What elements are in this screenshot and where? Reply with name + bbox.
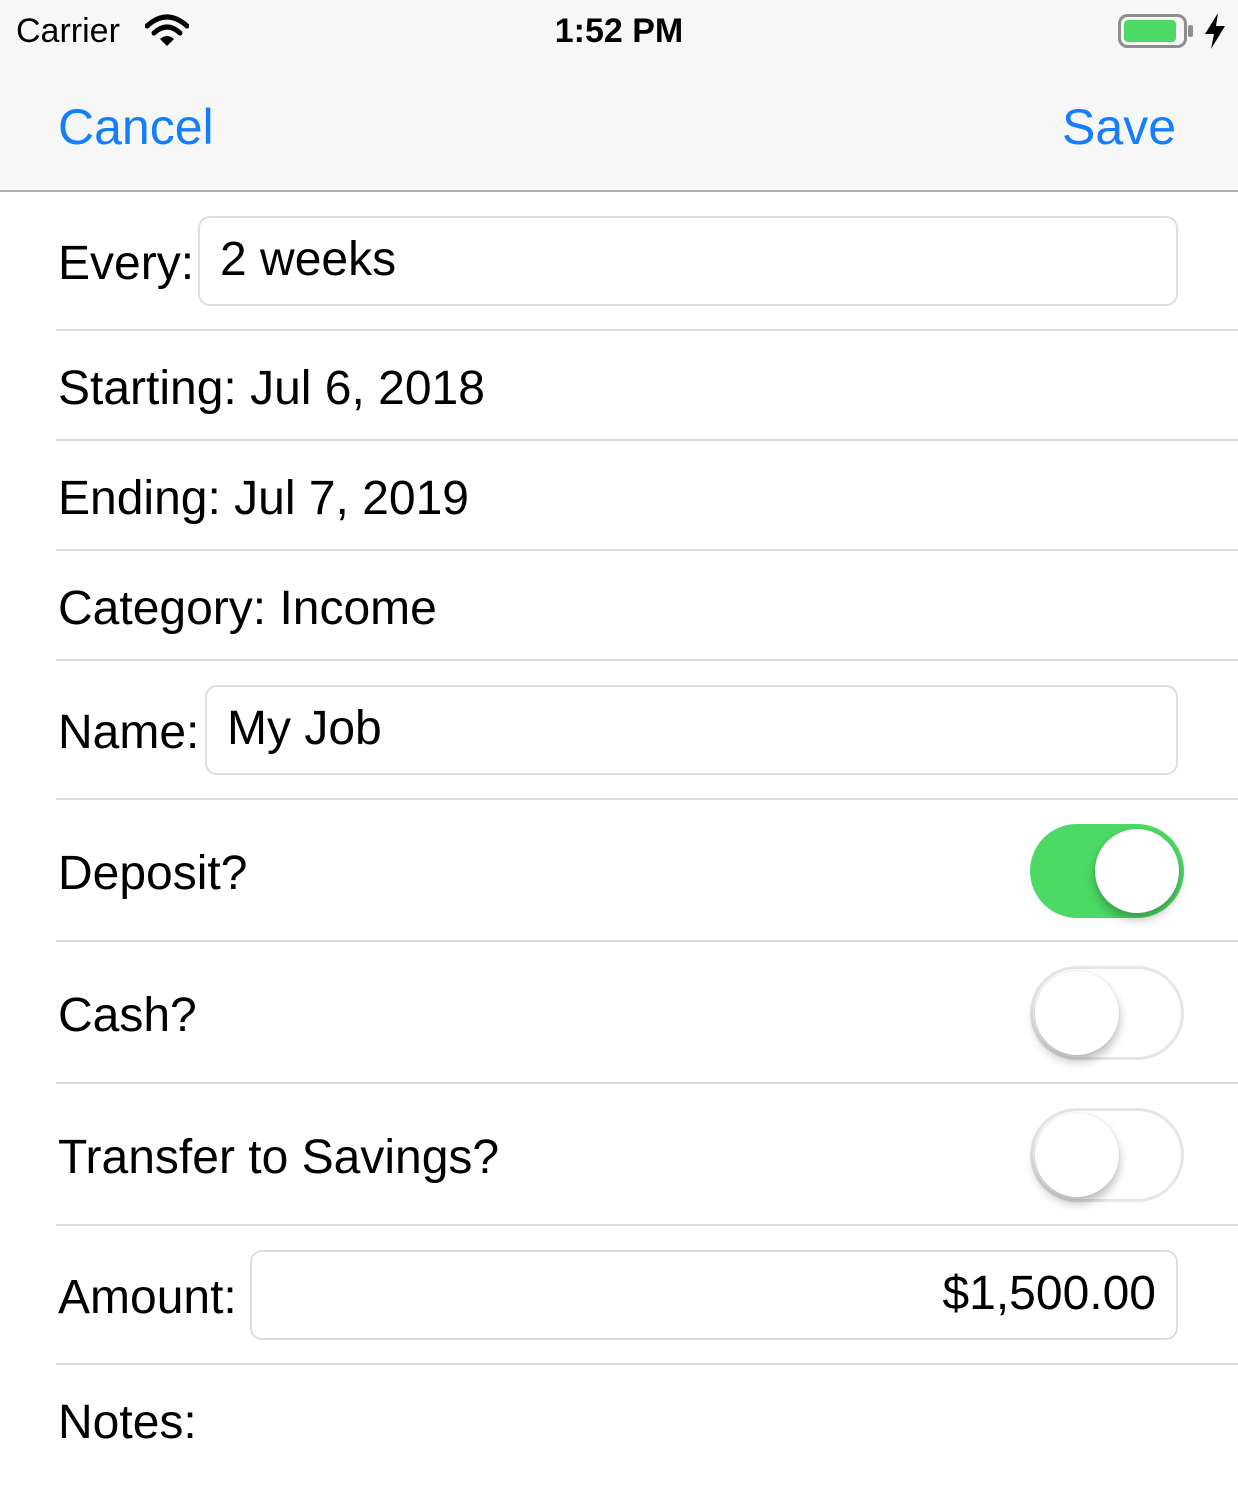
name-input[interactable]: My Job <box>205 685 1178 775</box>
navigation-bar: Cancel Save <box>0 70 1238 192</box>
category-row[interactable]: Category: Income <box>56 551 1238 661</box>
every-input[interactable]: 2 weeks <box>198 216 1178 306</box>
ending-date-label: Ending: Jul 7, 2019 <box>58 472 469 525</box>
status-bar: Carrier 1:52 PM <box>0 0 1238 70</box>
toggle-knob <box>1095 829 1179 913</box>
notes-label: Notes: <box>58 1396 197 1449</box>
starting-date-label: Starting: Jul 6, 2018 <box>58 362 485 415</box>
battery-icon <box>1118 14 1193 48</box>
name-label: Name: <box>58 706 200 759</box>
amount-label: Amount: <box>58 1271 237 1324</box>
transfer-toggle[interactable] <box>1030 1108 1184 1202</box>
notes-row: Notes: <box>56 1365 1238 1512</box>
toggle-knob <box>1035 971 1119 1055</box>
name-row: Name: My Job <box>56 661 1238 800</box>
toggle-knob <box>1035 1113 1119 1197</box>
status-time: 1:52 PM <box>554 12 684 50</box>
deposit-label: Deposit? <box>58 847 248 900</box>
amount-input[interactable]: $1,500.00 <box>250 1250 1178 1340</box>
save-button[interactable]: Save <box>1062 98 1176 156</box>
every-row: Every: 2 weeks <box>56 192 1238 331</box>
cancel-button[interactable]: Cancel <box>58 98 214 156</box>
every-label: Every: <box>58 237 195 290</box>
ending-row[interactable]: Ending: Jul 7, 2019 <box>56 441 1238 551</box>
transfer-label: Transfer to Savings? <box>58 1131 500 1184</box>
deposit-toggle[interactable] <box>1030 824 1184 918</box>
cash-row: Cash? <box>56 942 1238 1084</box>
transfer-row: Transfer to Savings? <box>56 1084 1238 1226</box>
starting-row[interactable]: Starting: Jul 6, 2018 <box>56 331 1238 441</box>
deposit-row: Deposit? <box>56 800 1238 942</box>
amount-row: Amount: $1,500.00 <box>56 1226 1238 1365</box>
cash-label: Cash? <box>58 989 197 1042</box>
category-label: Category: Income <box>58 582 437 635</box>
cash-toggle[interactable] <box>1030 966 1184 1060</box>
charging-bolt-icon <box>1205 13 1225 49</box>
